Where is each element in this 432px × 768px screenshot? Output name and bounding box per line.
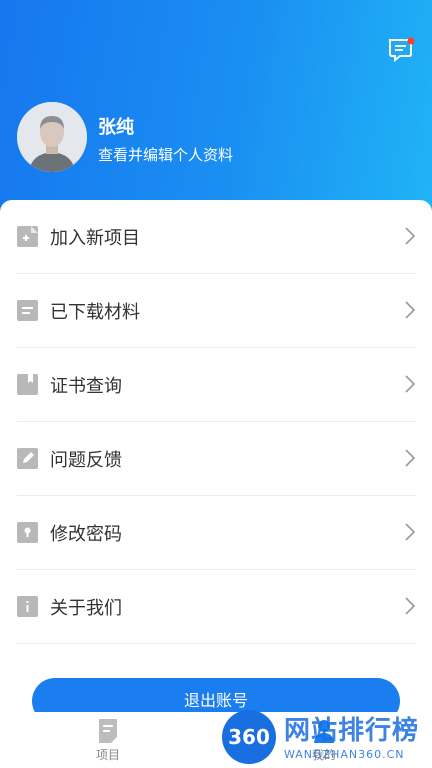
chevron-right-icon	[405, 523, 416, 541]
tab-project[interactable]: 项目	[78, 712, 138, 768]
chevron-right-icon	[405, 375, 416, 393]
watermark-title: 网站排行榜	[284, 716, 420, 746]
message-button[interactable]	[387, 37, 415, 63]
document-icon	[17, 300, 38, 321]
watermark-url: WANGZHAN360.CN	[284, 748, 405, 761]
edit-profile-link[interactable]: 查看并编辑个人资料	[98, 144, 233, 165]
profile-header: 张纯 查看并编辑个人资料	[0, 0, 432, 222]
unread-dot	[407, 37, 415, 45]
lock-icon	[17, 522, 38, 543]
menu-item-feedback[interactable]: 问题反馈	[17, 422, 416, 496]
menu-item-certificate-query[interactable]: 证书查询	[17, 348, 416, 422]
project-icon	[99, 719, 117, 743]
menu-item-label: 问题反馈	[50, 450, 122, 471]
user-avatar-icon	[17, 102, 87, 172]
add-document-icon	[17, 226, 38, 247]
profile-name: 张纯	[98, 117, 134, 138]
menu-item-join-project[interactable]: 加入新项目	[17, 200, 416, 274]
tab-label: 项目	[95, 748, 120, 762]
menu-item-label: 加入新项目	[50, 228, 140, 249]
avatar[interactable]	[17, 102, 87, 172]
chevron-right-icon	[405, 449, 416, 467]
menu-item-label: 关于我们	[50, 598, 122, 619]
info-icon	[17, 596, 38, 617]
menu-item-label: 已下载材料	[50, 302, 140, 323]
menu-item-about-us[interactable]: 关于我们	[17, 570, 416, 644]
certificate-icon	[17, 374, 38, 395]
menu-card: 加入新项目 已下载材料 证书查询 问题反馈 修改密码 关于我们	[0, 200, 432, 720]
chevron-right-icon	[405, 227, 416, 245]
menu-item-label: 证书查询	[50, 376, 122, 397]
message-icon	[389, 37, 415, 63]
menu-item-label: 修改密码	[50, 524, 122, 545]
edit-icon	[17, 448, 38, 469]
menu-item-change-password[interactable]: 修改密码	[17, 496, 416, 570]
site-watermark: 360 网站排行榜 WANGZHAN360.CN	[222, 706, 432, 768]
menu-item-downloads[interactable]: 已下载材料	[17, 274, 416, 348]
chevron-right-icon	[405, 301, 416, 319]
watermark-badge: 360	[222, 710, 276, 764]
chevron-right-icon	[405, 597, 416, 615]
